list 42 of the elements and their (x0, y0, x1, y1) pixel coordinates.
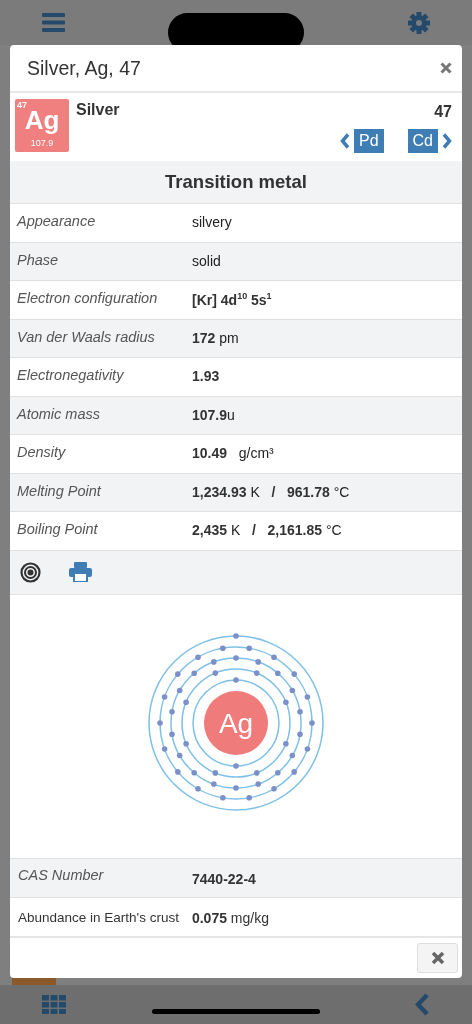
atomic-number: 47 (17, 100, 27, 110)
element-name: Silver (76, 101, 121, 120)
property-value: solid (191, 251, 221, 271)
chevron-left-icon[interactable] (339, 133, 350, 149)
property-label: Van der Waals radius (16, 327, 156, 347)
close-icon (430, 951, 445, 965)
property-label: CAS Number (17, 866, 105, 885)
atomic-number: 47 (434, 103, 452, 121)
dialog-title: Silver, Ag, 47 (27, 56, 141, 80)
target-icon[interactable] (20, 561, 41, 583)
property-label: Electronegativity (16, 366, 125, 385)
atomic-mass: 107.9 (30, 138, 54, 148)
property-value: 1,234.93 K / 961.78 °C (191, 482, 350, 502)
property-value: 7440-22-4 (191, 870, 256, 889)
previous-element-button[interactable]: Pd (353, 129, 384, 153)
chevron-right-icon[interactable] (442, 133, 452, 149)
property-value: silvery (191, 213, 232, 232)
property-value: [Kr] 4d$^{10}$ 5s$^{1}$ (191, 290, 272, 310)
close-icon[interactable] (440, 62, 452, 74)
property-label: Density (16, 443, 67, 462)
property-value: 172 pm (191, 328, 239, 348)
nucleus-symbol: Ag (218, 708, 254, 740)
property-label: Appearance (15, 212, 97, 231)
print-icon[interactable] (69, 562, 92, 582)
property-value: 1.93 (191, 367, 220, 386)
category-heading: Transition metal (10, 161, 462, 204)
property-label: Abundance in Earth's crust (17, 909, 179, 927)
property-label: Melting Point (16, 481, 103, 501)
settings-icon[interactable] (408, 11, 430, 34)
property-label: Electron configuration (16, 289, 159, 308)
element-symbol: Ag (24, 107, 60, 133)
property-value: 107.9u (191, 405, 235, 425)
menu-icon[interactable] (42, 13, 65, 32)
property-label: Phase (16, 250, 60, 270)
close-button[interactable] (417, 943, 458, 973)
element-tile[interactable] (12, 978, 56, 985)
next-element-button[interactable]: Cd (407, 129, 438, 153)
property-label: Atomic mass (15, 404, 101, 424)
property-label: Boiling Point (16, 520, 99, 539)
property-value: 2,435 K / 2,161.85 °C (191, 521, 342, 540)
property-value: 10.49 g/cm³ (191, 444, 274, 463)
property-value: 0.075 mg/kg (191, 909, 269, 928)
